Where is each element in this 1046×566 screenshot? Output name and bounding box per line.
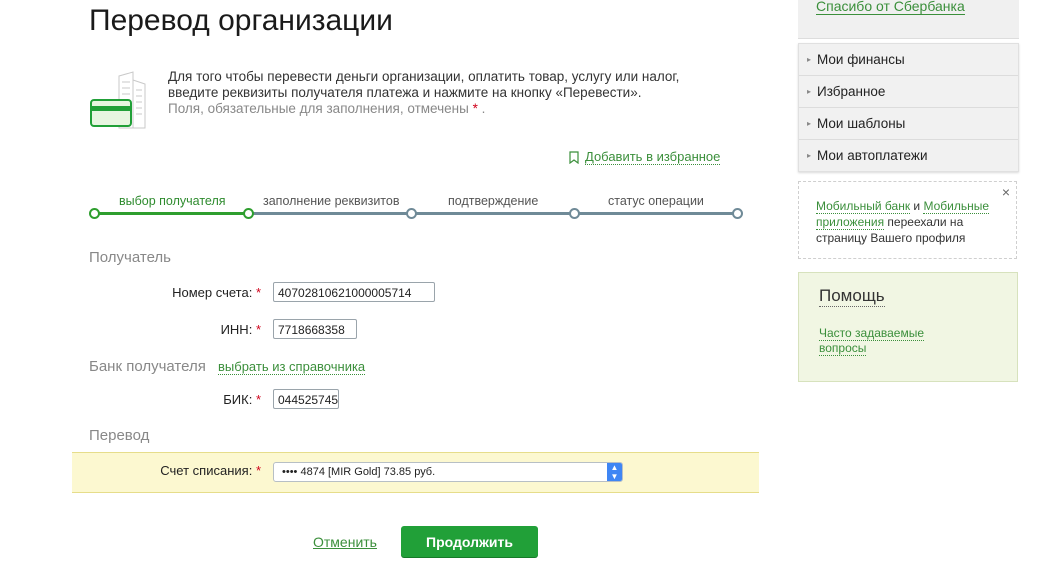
mobile-bank-link[interactable]: Мобильный банк (816, 199, 911, 214)
step-track-3 (410, 212, 573, 215)
required-note: Поля, обязательные для заполнения, отмеч… (168, 101, 486, 116)
cancel-link[interactable]: Отменить (313, 534, 377, 550)
intro-line-1: Для того чтобы перевести деньги организа… (168, 69, 680, 84)
debit-account-label: Счет списания: * (160, 463, 261, 478)
help-panel: Помощь Часто задаваемые вопросы (798, 272, 1018, 382)
step-label-1: выбор получателя (119, 194, 226, 208)
chevron-right-icon: ▸ (807, 119, 812, 128)
faq-label: Часто задаваемые вопросы (819, 326, 925, 356)
page-title: Перевод организации (89, 4, 393, 37)
main-content: Перевод организации Для того чтобы перев… (0, 0, 780, 566)
step-node-1 (89, 208, 100, 219)
choose-from-directory-link[interactable]: выбрать из справочника (218, 359, 366, 375)
faq-link[interactable]: Часто задаваемые вопросы (819, 326, 939, 356)
sidebar-menu: ▸ Мои финансы ▸ Избранное ▸ Мои шаблоны ▸ Мо… (798, 43, 1019, 172)
step-label-2: заполнение реквизитов (263, 194, 400, 208)
sidebar-item-label: Мои шаблоны (817, 116, 906, 131)
sidebar-item-finances[interactable]: ▸ Мои финансы (799, 44, 1018, 76)
add-favorite-link[interactable]: Добавить в избранное (569, 149, 721, 165)
step-track-2 (247, 212, 410, 215)
notice-and: и (910, 199, 924, 213)
select-arrows-icon: ▲ ▼ (607, 463, 622, 481)
bank-section-title: Банк получателя (89, 358, 206, 375)
recipient-section-title: Получатель (89, 249, 171, 266)
step-node-5 (732, 208, 743, 219)
bik-label: БИК: * (223, 392, 261, 407)
transfer-section-title: Перевод (89, 427, 150, 444)
mobile-notice: × Мобильный банк и Мобильные приложения … (798, 181, 1017, 259)
chevron-right-icon: ▸ (807, 151, 812, 160)
intro-line-2: введите реквизиты получателя платежа и н… (168, 85, 642, 100)
bik-input[interactable]: 044525745 (273, 389, 339, 409)
chevron-right-icon: ▸ (807, 55, 812, 64)
step-label-4: статус операции (608, 194, 704, 208)
step-track-1 (93, 212, 247, 215)
account-number-input[interactable]: 40702810621000005714 (273, 282, 435, 302)
add-favorite-label: Добавить в избранное (585, 149, 721, 165)
inn-label: ИНН: * (220, 322, 261, 337)
debit-account-select[interactable]: •••• 4874 [MIR Gold] 73.85 руб. ▲ ▼ (273, 462, 623, 482)
sidebar-item-templates[interactable]: ▸ Мои шаблоны (799, 108, 1018, 140)
inn-input[interactable]: 7718668358 (273, 319, 357, 339)
step-label-3: подтверждение (448, 194, 539, 208)
sidebar-item-label: Мои автоплатежи (817, 148, 928, 163)
continue-button[interactable]: Продолжить (401, 526, 538, 557)
close-icon[interactable]: × (1002, 184, 1010, 200)
progress-steps: выбор получателя заполнение реквизитов п… (89, 192, 743, 222)
sidebar-item-label: Мои финансы (817, 52, 905, 67)
step-track-4 (573, 212, 736, 215)
debit-account-value: •••• 4874 [MIR Gold] 73.85 руб. (282, 466, 436, 478)
building-card-icon (90, 71, 146, 129)
step-node-3 (406, 208, 417, 219)
step-node-2 (243, 208, 254, 219)
bookmark-icon (569, 150, 579, 164)
chevron-right-icon: ▸ (807, 87, 812, 96)
sidebar-item-favorites[interactable]: ▸ Избранное (799, 76, 1018, 108)
step-node-4 (569, 208, 580, 219)
sidebar-item-label: Избранное (817, 84, 886, 99)
thanks-link[interactable]: Спасибо от Сбербанка (816, 0, 965, 15)
help-title[interactable]: Помощь (819, 286, 885, 307)
account-label: Номер счета: * (172, 285, 261, 300)
intro-text: Для того чтобы перевести деньги организа… (168, 69, 728, 117)
sidebar-item-autopayments[interactable]: ▸ Мои автоплатежи (799, 140, 1018, 171)
